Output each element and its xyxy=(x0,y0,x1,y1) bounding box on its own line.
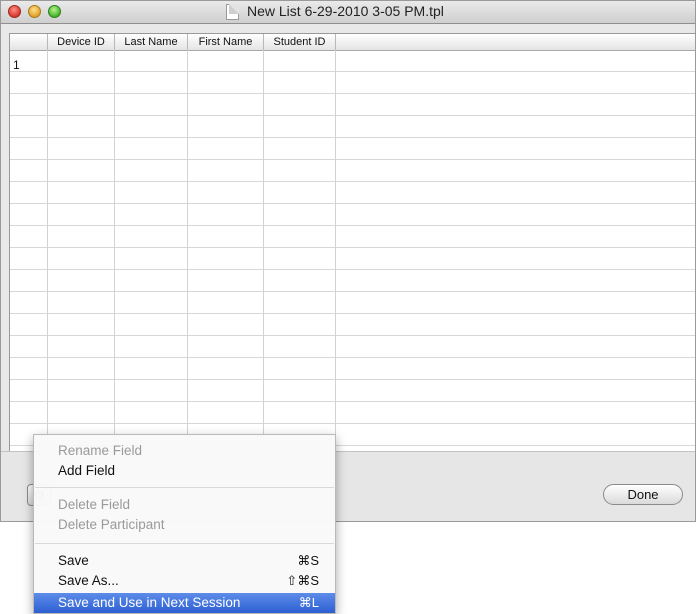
row-number-cell[interactable]: 1 xyxy=(13,58,20,72)
table-rows[interactable] xyxy=(10,50,695,451)
menu-separator xyxy=(35,543,334,544)
participant-table[interactable]: Device ID Last Name First Name Student I… xyxy=(9,33,695,451)
menu-shortcut: ⇧⌘S xyxy=(286,573,319,588)
column-header-student-id[interactable]: Student ID xyxy=(264,34,336,50)
menu-shortcut: ⌘S xyxy=(297,553,319,568)
zoom-icon[interactable] xyxy=(48,5,61,18)
column-header-first-name[interactable]: First Name xyxy=(188,34,264,50)
column-divider xyxy=(47,50,48,451)
minimize-icon[interactable] xyxy=(28,5,41,18)
column-divider xyxy=(114,50,115,451)
menu-item-save-as[interactable]: Save As... ⇧⌘S xyxy=(34,571,335,591)
menu-item-label: Save and Use in Next Session xyxy=(58,595,241,610)
menu-item-add-field[interactable]: Add Field xyxy=(34,461,335,481)
close-icon[interactable] xyxy=(8,5,21,18)
column-header-device-id[interactable]: Device ID xyxy=(48,34,115,50)
title-bar[interactable]: New List 6-29-2010 3-05 PM.tpl xyxy=(1,1,695,24)
menu-shortcut: ⌘L xyxy=(298,595,319,610)
window-title: New List 6-29-2010 3-05 PM.tpl xyxy=(247,3,444,19)
menu-item-label: Save As... xyxy=(58,573,119,588)
column-divider xyxy=(263,50,264,451)
column-header-last-name[interactable]: Last Name xyxy=(115,34,188,50)
menu-item-label: Delete Participant xyxy=(58,517,165,532)
row-number-header xyxy=(10,34,48,50)
menu-item-label: Rename Field xyxy=(58,443,143,458)
menu-item-label: Add Field xyxy=(58,463,116,478)
menu-item-label: Delete Field xyxy=(58,497,131,512)
menu-item-label: Save xyxy=(58,553,89,568)
menu-item-rename-field: Rename Field xyxy=(34,441,335,461)
menu-item-save[interactable]: Save ⌘S xyxy=(34,551,335,571)
menu-item-save-and-use-next-session[interactable]: Save and Use in Next Session ⌘L xyxy=(34,593,335,613)
done-button[interactable]: Done xyxy=(603,484,683,505)
column-divider xyxy=(335,50,336,451)
context-menu: Rename Field Add Field Delete Field Dele… xyxy=(33,434,336,614)
table-header: Device ID Last Name First Name Student I… xyxy=(10,34,695,51)
menu-item-delete-field: Delete Field xyxy=(34,495,335,515)
column-divider xyxy=(187,50,188,451)
menu-item-delete-participant: Delete Participant xyxy=(34,515,335,535)
menu-separator xyxy=(35,487,334,488)
document-icon xyxy=(226,4,239,20)
